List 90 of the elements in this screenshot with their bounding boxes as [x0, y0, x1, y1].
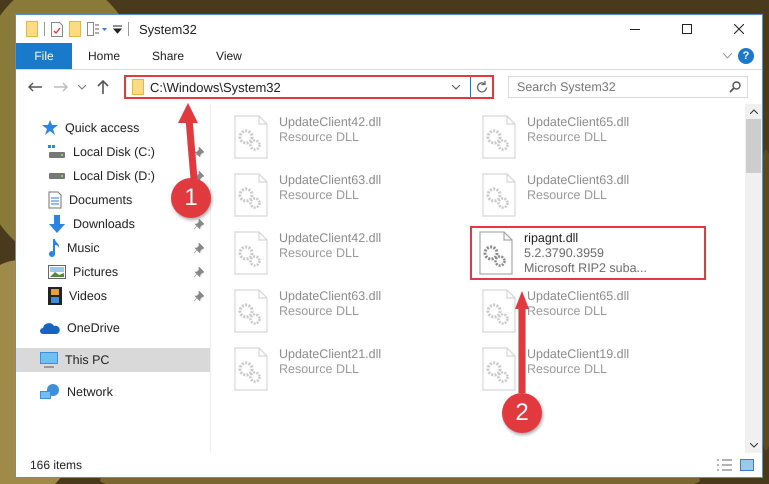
folder-icon	[26, 21, 38, 37]
dll-file-icon	[233, 347, 269, 391]
drive-icon	[49, 173, 65, 179]
cloud-icon	[40, 322, 60, 334]
details-view-icon[interactable]	[716, 459, 732, 471]
back-arrow-icon	[28, 82, 42, 92]
film-icon	[48, 287, 62, 305]
star-icon	[40, 120, 58, 136]
pictures-icon	[48, 265, 66, 279]
ribbon-tab[interactable]: Share	[136, 43, 200, 69]
file-name: UpdateClient63.dll	[527, 173, 630, 188]
address-bar[interactable]: C:\Windows\System32	[124, 75, 494, 99]
pin-icon	[194, 219, 204, 229]
scroll-up-icon	[750, 109, 758, 114]
file-detail: Resource DLL	[527, 304, 608, 319]
file-detail: Resource DLL	[279, 304, 360, 319]
nav-item[interactable]: Pictures	[16, 260, 210, 284]
file-detail: Resource DLL	[527, 188, 608, 203]
file-detail: Resource DLL	[279, 188, 360, 203]
dll-file-icon	[478, 231, 514, 275]
window-title: System32	[139, 22, 198, 36]
up-arrow-icon	[97, 80, 109, 94]
minimize-icon	[630, 28, 640, 30]
expand-ribbon-icon	[723, 53, 732, 59]
nav-item[interactable]: Local Disk (C:)	[16, 140, 210, 164]
file-detail: Resource DLL	[279, 246, 360, 261]
properties-icon	[51, 22, 63, 36]
step-number: 2	[502, 393, 542, 433]
nav-item[interactable]: OneDrive	[16, 316, 126, 340]
file-detail: Microsoft RIP2 suba...	[524, 261, 647, 276]
dll-file-icon	[481, 289, 517, 333]
pin-icon	[194, 291, 204, 301]
file-name: UpdateClient42.dll	[279, 231, 382, 246]
drive-icon	[48, 145, 66, 159]
file-name: UpdateClient65.dll	[527, 289, 630, 304]
dll-file-icon	[233, 289, 269, 333]
nav-item[interactable]: Videos	[16, 284, 210, 308]
file-name: UpdateClient63.dll	[279, 173, 382, 188]
help-button[interactable]: ?	[738, 48, 754, 64]
maximize-icon	[682, 24, 692, 34]
nav-item[interactable]: This PC	[16, 348, 210, 372]
file-detail: 5.2.3790.3959	[524, 246, 605, 261]
file-detail: Resource DLL	[527, 362, 608, 377]
file-name: UpdateClient21.dll	[279, 347, 382, 362]
dll-file-icon	[481, 347, 517, 391]
file-name: UpdateClient42.dll	[279, 115, 382, 130]
nav-item[interactable]: Quick access	[16, 116, 146, 140]
refresh-icon	[476, 81, 488, 93]
monitor-icon	[40, 352, 58, 368]
scroll-thumb[interactable]	[746, 119, 761, 173]
item-count: 166 items	[30, 458, 84, 472]
dll-file-icon	[481, 173, 517, 217]
nav-item[interactable]: Network	[16, 380, 119, 404]
scrollbar[interactable]	[745, 104, 762, 453]
pin-icon	[194, 147, 204, 157]
folder-icon	[69, 21, 81, 37]
folder-icon	[132, 79, 144, 95]
file-name: UpdateClient63.dll	[279, 289, 382, 304]
dll-file-icon	[233, 231, 269, 275]
dll-file-icon	[481, 115, 517, 159]
dropdown-caret-icon	[452, 84, 460, 90]
ribbon-tab[interactable]: File	[16, 43, 72, 69]
download-arrow-icon	[48, 215, 66, 233]
music-note-icon	[48, 239, 60, 257]
nav-item[interactable]: Music	[16, 236, 210, 260]
file-name: ripagnt.dll	[524, 231, 580, 246]
dll-file-icon	[233, 115, 269, 159]
file-item[interactable]: ripagnt.dll 5.2.3790.3959 Microsoft RIP2 suba...	[470, 226, 706, 280]
file-detail: Resource DLL	[279, 130, 360, 145]
customize-caret-icon	[113, 24, 122, 34]
file-detail: Resource DLL	[527, 130, 608, 145]
ribbon-tab[interactable]: View	[200, 43, 258, 69]
ribbon-tab[interactable]: Home	[72, 43, 136, 69]
nav-item[interactable]: Documents	[16, 188, 138, 212]
file-detail: Resource DLL	[279, 362, 360, 377]
pin-icon	[194, 243, 204, 253]
network-icon	[40, 383, 60, 401]
scroll-down-icon	[750, 443, 758, 448]
pin-icon	[194, 267, 204, 277]
file-name: UpdateClient65.dll	[527, 115, 630, 130]
search-icon	[729, 81, 741, 93]
dll-file-icon	[233, 173, 269, 217]
document-icon	[48, 191, 62, 209]
file-name: UpdateClient19.dll	[527, 347, 630, 362]
search-field[interactable]: Search System32	[508, 76, 748, 98]
close-icon	[734, 24, 744, 34]
caret-icon	[78, 84, 86, 90]
forward-arrow-icon	[54, 82, 68, 92]
step-number: 1	[171, 178, 211, 218]
view-menu-icon	[87, 22, 107, 36]
